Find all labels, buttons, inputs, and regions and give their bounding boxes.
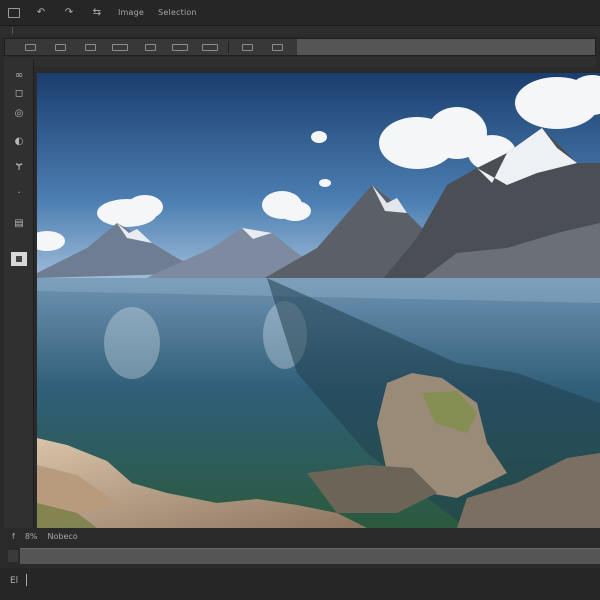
status-info: Nobeco xyxy=(47,531,78,541)
footer-cursor xyxy=(26,574,27,586)
toolbar-btn-8[interactable] xyxy=(232,41,262,53)
tab-strip xyxy=(0,26,600,36)
zoom-level[interactable]: 8% xyxy=(25,532,38,541)
select-icon[interactable]: ◻ xyxy=(8,84,30,102)
color-swatch[interactable] xyxy=(11,252,27,266)
eraser-icon[interactable]: ◐ xyxy=(8,132,30,150)
menu-selection[interactable]: Selection xyxy=(158,8,197,17)
panel-handle[interactable] xyxy=(8,550,18,562)
toolbar-btn-9[interactable] xyxy=(262,41,292,53)
share-icon[interactable]: ⇆ xyxy=(90,7,104,19)
footer: El xyxy=(0,568,600,600)
landscape-photo xyxy=(37,73,600,528)
photo-editor-window: ↶ ↷ ⇆ Image Selection ∞ ◻ ◎ ◐ Ɏ · ▤ f 8%… xyxy=(0,0,600,600)
status-marker: f xyxy=(12,531,15,541)
toolbar-btn-7[interactable] xyxy=(195,41,225,53)
toolbar-btn-5[interactable] xyxy=(135,41,165,53)
toolbar-btn-1[interactable] xyxy=(15,41,45,53)
redo-icon[interactable]: ↷ xyxy=(62,7,76,19)
lasso-icon[interactable]: ∞ xyxy=(8,66,30,84)
toolbar-btn-3[interactable] xyxy=(75,41,105,53)
status-bar: f 8% Nobeco xyxy=(0,528,600,544)
footer-label: El xyxy=(10,576,19,586)
timeline-track[interactable] xyxy=(20,548,600,564)
pen-icon[interactable]: · xyxy=(8,184,30,202)
toolbar-btn-4[interactable] xyxy=(105,41,135,53)
layers-icon[interactable]: ▤ xyxy=(8,214,30,232)
tools-panel: ∞ ◻ ◎ ◐ Ɏ · ▤ xyxy=(4,60,34,540)
toolbar-btn-2[interactable] xyxy=(45,41,75,53)
menu-bar: ↶ ↷ ⇆ Image Selection xyxy=(0,0,600,26)
toolbar-separator xyxy=(228,41,229,53)
timeline-panel xyxy=(0,546,600,566)
menu-image[interactable]: Image xyxy=(118,8,144,17)
text-tool-icon[interactable]: Ɏ xyxy=(8,158,30,176)
options-bar xyxy=(4,57,596,67)
file-icon[interactable] xyxy=(8,7,20,18)
options-field[interactable] xyxy=(297,39,595,55)
image-canvas[interactable] xyxy=(37,73,600,528)
toolbar-btn-6[interactable] xyxy=(165,41,195,53)
toolbar-buttons xyxy=(5,39,297,55)
toolbar xyxy=(4,38,596,56)
brush-icon[interactable]: ◎ xyxy=(8,104,30,122)
tab-divider xyxy=(12,27,13,34)
undo-icon[interactable]: ↶ xyxy=(34,7,48,19)
